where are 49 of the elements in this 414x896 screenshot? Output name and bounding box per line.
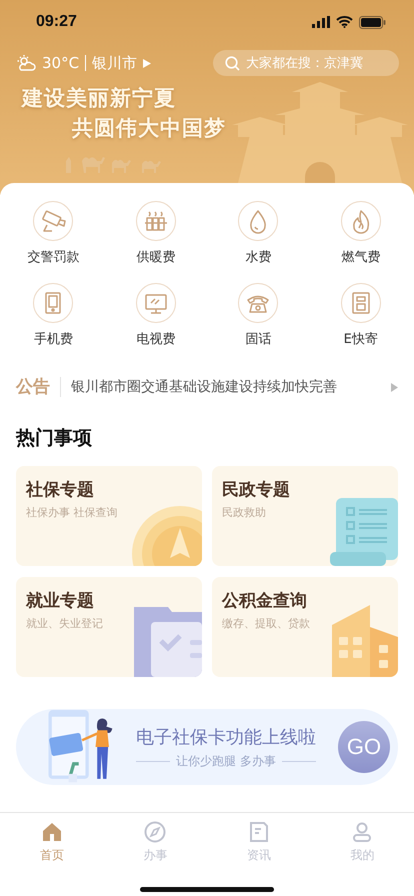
card-subtitle: 就业、失业登记 <box>26 616 104 631</box>
parcel-icon <box>340 283 381 323</box>
notice-text[interactable]: 银川都市圈交通基础设施建设持续加快完善 <box>71 378 391 396</box>
triangle-right-icon[interactable] <box>143 58 152 68</box>
battery-icon <box>359 16 386 28</box>
search-icon <box>225 56 240 70</box>
topic-card[interactable]: 公积金查询 缴存、提取、贷款 <box>212 577 398 677</box>
flame-icon <box>340 201 381 241</box>
telephone-icon <box>238 283 278 323</box>
service-button[interactable]: 固话 <box>207 283 310 348</box>
document-scroll-drawing <box>330 498 398 566</box>
tv-icon <box>136 283 176 323</box>
service-button[interactable]: 电视费 <box>104 283 207 348</box>
compass-icon <box>143 820 168 844</box>
cloudy-sun-icon <box>16 54 36 72</box>
status-time: 09:27 <box>36 13 77 31</box>
temperature: 30°C <box>42 54 80 72</box>
card-title: 就业专题 <box>26 590 95 612</box>
card-subtitle: 社保办事 社保查询 <box>26 505 118 520</box>
checklist-folder-drawing <box>134 607 202 677</box>
section-heading: 热门事项 <box>16 426 93 451</box>
promo-banner[interactable]: 电子社保卡功能上线啦 让你少跑腿 多办事 GO <box>16 709 398 785</box>
triangle-right-icon[interactable] <box>391 382 398 392</box>
service-button[interactable]: 燃气费 <box>310 201 412 266</box>
service-button[interactable]: 手机费 <box>2 283 104 348</box>
service-button[interactable]: 交警罚款 <box>2 201 104 266</box>
card-subtitle: 民政救助 <box>222 505 267 520</box>
slogan-text: 共圆伟大中国梦 <box>72 114 227 142</box>
card-subtitle: 缴存、提取、贷款 <box>222 616 311 631</box>
banner-subtitle: 让你少跑腿 多办事 <box>176 752 276 770</box>
card-title: 民政专题 <box>222 479 291 501</box>
topic-card[interactable]: 就业专题 就业、失业登记 <box>16 577 202 677</box>
signal-icon <box>312 16 330 28</box>
phone-icon <box>33 283 74 323</box>
card-title: 公积金查询 <box>222 590 308 612</box>
building-drawing <box>332 605 398 677</box>
slogan-text: 建设美丽新宁夏 <box>22 84 177 112</box>
drop-icon <box>238 201 278 241</box>
topic-card[interactable]: 社保专题 社保办事 社保查询 <box>16 466 202 566</box>
card-title: 社保专题 <box>26 479 95 501</box>
service-button[interactable]: 水费 <box>207 201 310 266</box>
topic-card[interactable]: 民政专题 民政救助 <box>212 466 398 566</box>
wifi-icon <box>336 16 353 28</box>
banner-title: 电子社保卡功能上线啦 <box>136 726 316 748</box>
service-button[interactable]: E快寄 <box>310 283 412 348</box>
camera-icon <box>33 201 74 241</box>
service-button[interactable]: 供暖费 <box>104 201 207 266</box>
heater-icon <box>136 201 176 241</box>
notice-tag: 公告 <box>16 377 61 397</box>
